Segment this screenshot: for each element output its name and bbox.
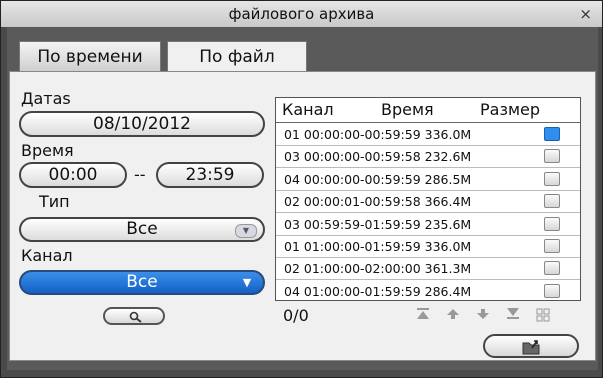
type-select-value: Все: [126, 219, 158, 239]
file-list: Канал Время Размер 01 00:00:00-00:59:59 …: [275, 97, 581, 301]
table-row[interactable]: 04 01:00:00-01:59:59 286.4M: [276, 280, 580, 300]
file-entry-text: 01 01:00:00-01:59:59 336.0M: [284, 239, 472, 254]
column-size[interactable]: Размер: [480, 100, 540, 119]
file-list-header: Канал Время Размер: [276, 98, 580, 123]
row-checkbox[interactable]: [544, 283, 560, 298]
table-row[interactable]: 03 00:00:00-00:59:58 232.6M: [276, 145, 580, 169]
table-row[interactable]: 01 00:00:00-00:59:59 336.0M: [276, 123, 580, 146]
search-icon: [129, 311, 142, 323]
file-entry-text: 02 01:00:00-02:00:00 361.3M: [284, 261, 472, 277]
row-checkbox[interactable]: [544, 239, 560, 253]
row-checkbox[interactable]: [544, 194, 560, 209]
title-bar: файлового архива ×: [1, 1, 602, 27]
select-all-icon[interactable]: [534, 308, 552, 326]
first-page-icon[interactable]: [414, 308, 432, 326]
table-row[interactable]: 03 00:59:59-01:59:59 235.6M: [276, 213, 580, 236]
tab-by-file[interactable]: По файл: [167, 41, 307, 74]
last-page-icon[interactable]: [504, 308, 522, 326]
chevron-down-icon: ▼: [242, 276, 252, 289]
file-entry-text: 03 00:59:59-01:59:59 235.6M: [284, 216, 472, 232]
file-entry-text: 02 00:00:01-00:59:58 366.4M: [284, 194, 472, 210]
tab-by-time[interactable]: По времени: [19, 41, 161, 71]
file-entry-text: 01 00:00:00-00:59:59 336.0M: [284, 127, 472, 142]
file-archive-window: файлового архива × По времени По файл Да…: [0, 0, 603, 378]
table-row[interactable]: 04 00:00:00-00:59:59 286.5M: [276, 168, 580, 191]
channel-select-value: Все: [126, 272, 158, 292]
file-entry-text: 04 01:00:00-01:59:59 286.4M: [284, 283, 472, 299]
search-button[interactable]: [103, 307, 165, 325]
time-label: Время: [21, 141, 74, 160]
time-separator: --: [134, 165, 146, 184]
time-to-field[interactable]: 23:59: [156, 162, 264, 188]
export-button[interactable]: [483, 334, 579, 358]
row-checkbox[interactable]: [544, 216, 560, 231]
row-checkbox[interactable]: [544, 261, 560, 276]
column-channel[interactable]: Канал: [282, 100, 334, 119]
channel-label: Канал: [21, 246, 73, 265]
table-row[interactable]: 02 00:00:01-00:59:58 366.4M: [276, 190, 580, 214]
chevron-down-icon: ▼: [235, 224, 257, 238]
date-field[interactable]: 08/10/2012: [19, 111, 265, 137]
date-label: Датаs: [21, 89, 71, 108]
row-checkbox[interactable]: [544, 127, 560, 141]
channel-select[interactable]: Все ▼: [19, 270, 265, 295]
page-counter: 0/0: [283, 306, 309, 325]
window-title: файлового архива: [228, 5, 375, 23]
close-icon[interactable]: ×: [579, 5, 592, 23]
type-select[interactable]: Все ▼: [19, 217, 265, 242]
table-row[interactable]: 01 01:00:00-01:59:59 336.0M: [276, 235, 580, 258]
row-checkbox[interactable]: [544, 171, 560, 186]
column-time[interactable]: Время: [381, 100, 434, 119]
type-label: Тип: [39, 192, 70, 211]
prev-page-icon[interactable]: [444, 308, 462, 326]
file-entry-text: 03 00:00:00-00:59:58 232.6M: [284, 149, 472, 165]
time-from-field[interactable]: 00:00: [19, 162, 127, 188]
next-page-icon[interactable]: [474, 308, 492, 326]
export-folder-icon: [522, 340, 540, 355]
table-row[interactable]: 02 01:00:00-02:00:00 361.3M: [276, 257, 580, 281]
file-entry-text: 04 00:00:00-00:59:59 286.5M: [284, 171, 472, 187]
row-checkbox[interactable]: [544, 149, 560, 164]
